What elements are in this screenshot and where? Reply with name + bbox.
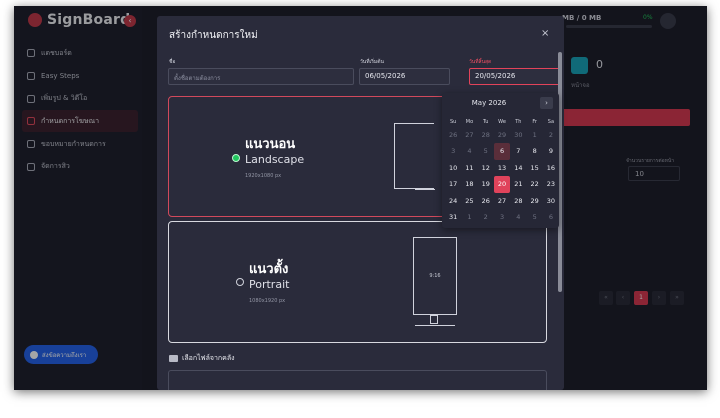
calendar-day[interactable]: 11 — [461, 160, 477, 176]
calendar-day[interactable]: 8 — [526, 143, 542, 159]
calendar-day[interactable]: 26 — [478, 193, 494, 209]
weekday-header: Su — [449, 119, 457, 125]
portrait-size-label: 1080x1920 px — [249, 298, 286, 304]
calendar-day[interactable]: 1 — [461, 209, 477, 225]
datepicker-month: May 2026 — [471, 99, 507, 107]
calendar-day[interactable]: 28 — [478, 127, 494, 143]
calendar-day[interactable]: 9 — [543, 143, 559, 159]
portrait-radio[interactable] — [236, 278, 244, 286]
calendar-day[interactable]: 16 — [543, 160, 559, 176]
file-library-label: เลือกไฟล์จากคลัง — [182, 354, 235, 362]
landscape-size-label: 1920x1080 px — [245, 173, 282, 179]
landscape-stand-icon — [415, 189, 435, 190]
datepicker: May 2026 › Su Mo Tu We Th Fr Sa 26 27 28 29 30 1 2 3 4 5… — [442, 93, 559, 228]
calendar-day[interactable]: 4 — [510, 209, 526, 225]
calendar-day[interactable]: 1 — [526, 127, 542, 143]
calendar-day[interactable]: 3 — [445, 143, 461, 159]
landscape-thai-label: แนวนอน — [245, 137, 296, 152]
landscape-english-label: Landscape — [245, 153, 305, 166]
portrait-stand-icon — [430, 315, 438, 324]
calendar-day[interactable]: 31 — [445, 209, 461, 225]
modal-title: สร้างกำหนดการใหม่ — [169, 30, 258, 41]
portrait-option[interactable]: แนวตั้ง Portrait 1080x1920 px 9:16 — [168, 221, 547, 343]
weekday-header: Fr — [532, 119, 537, 125]
landscape-radio[interactable] — [232, 154, 240, 162]
selected-day[interactable]: 20 — [493, 176, 511, 193]
portrait-base-icon — [415, 325, 455, 326]
calendar-day[interactable]: 12 — [478, 160, 494, 176]
weekday-header: We — [498, 119, 506, 125]
weekday-header: Mo — [465, 119, 474, 125]
app-window: SignBoard ‹ แดชบอร์ด Easy Steps เพิ่มรูป &… — [14, 6, 707, 390]
weekday-header: Th — [515, 119, 522, 125]
calendar-day[interactable]: 5 — [526, 209, 542, 225]
portrait-ratio-label: 9:16 — [429, 273, 441, 279]
calendar-day[interactable]: 17 — [445, 176, 461, 192]
datepicker-grid: Su Mo Tu We Th Fr Sa 26 27 28 29 30 1 2 3 4 5 6 7 8 9 10 11 12 1… — [445, 117, 559, 225]
calendar-day[interactable]: 6 — [543, 209, 559, 225]
portrait-thai-label: แนวตั้ง — [249, 262, 289, 277]
calendar-day[interactable]: 10 — [445, 160, 461, 176]
calendar-day[interactable]: 27 — [461, 127, 477, 143]
calendar-day[interactable]: 13 — [494, 160, 510, 176]
calendar-day[interactable]: 22 — [526, 176, 542, 192]
calendar-day[interactable]: 29 — [494, 127, 510, 143]
calendar-day[interactable]: 14 — [510, 160, 526, 176]
calendar-day[interactable]: 6 — [493, 143, 511, 160]
calendar-day[interactable]: 19 — [478, 176, 494, 192]
next-month-button[interactable]: › — [540, 97, 553, 109]
calendar-day[interactable]: 3 — [494, 209, 510, 225]
folder-icon — [169, 355, 178, 362]
close-icon[interactable]: × — [541, 28, 549, 39]
calendar-day[interactable]: 26 — [445, 127, 461, 143]
landscape-monitor-icon — [394, 123, 434, 189]
calendar-day[interactable]: 2 — [478, 209, 494, 225]
calendar-day[interactable]: 23 — [543, 176, 559, 192]
name-input[interactable]: ตั้งชื่อตามต้องการ — [168, 68, 354, 85]
calendar-day[interactable]: 27 — [494, 193, 510, 209]
calendar-day[interactable]: 4 — [461, 143, 477, 159]
start-date-input[interactable]: 06/05/2026 — [359, 68, 450, 85]
calendar-day[interactable]: 15 — [526, 160, 542, 176]
calendar-day[interactable]: 29 — [526, 193, 542, 209]
file-library-area[interactable] — [168, 370, 547, 390]
end-date-label: วันที่สิ้นสุด — [469, 59, 492, 65]
calendar-day[interactable]: 24 — [445, 193, 461, 209]
create-schedule-modal: สร้างกำหนดการใหม่ × ชื่อ ตั้งชื่อตามต้อง… — [157, 16, 564, 390]
name-label: ชื่อ — [169, 59, 176, 65]
file-library-heading: เลือกไฟล์จากคลัง — [169, 353, 235, 364]
start-date-label: วันที่เริ่มต้น — [360, 59, 384, 65]
weekday-header: Sa — [547, 119, 555, 125]
portrait-english-label: Portrait — [249, 278, 290, 291]
calendar-day[interactable]: 7 — [510, 143, 526, 159]
calendar-day[interactable]: 18 — [461, 176, 477, 192]
weekday-header: Tu — [483, 119, 489, 125]
calendar-day[interactable]: 21 — [510, 176, 526, 192]
calendar-day[interactable]: 5 — [478, 143, 494, 159]
calendar-day[interactable]: 28 — [510, 193, 526, 209]
end-date-input[interactable]: 20/05/2026 — [469, 68, 560, 85]
portrait-monitor-icon: 9:16 — [413, 237, 457, 315]
calendar-day[interactable]: 30 — [543, 193, 559, 209]
calendar-day[interactable]: 2 — [543, 127, 559, 143]
calendar-day[interactable]: 25 — [461, 193, 477, 209]
calendar-day[interactable]: 30 — [510, 127, 526, 143]
